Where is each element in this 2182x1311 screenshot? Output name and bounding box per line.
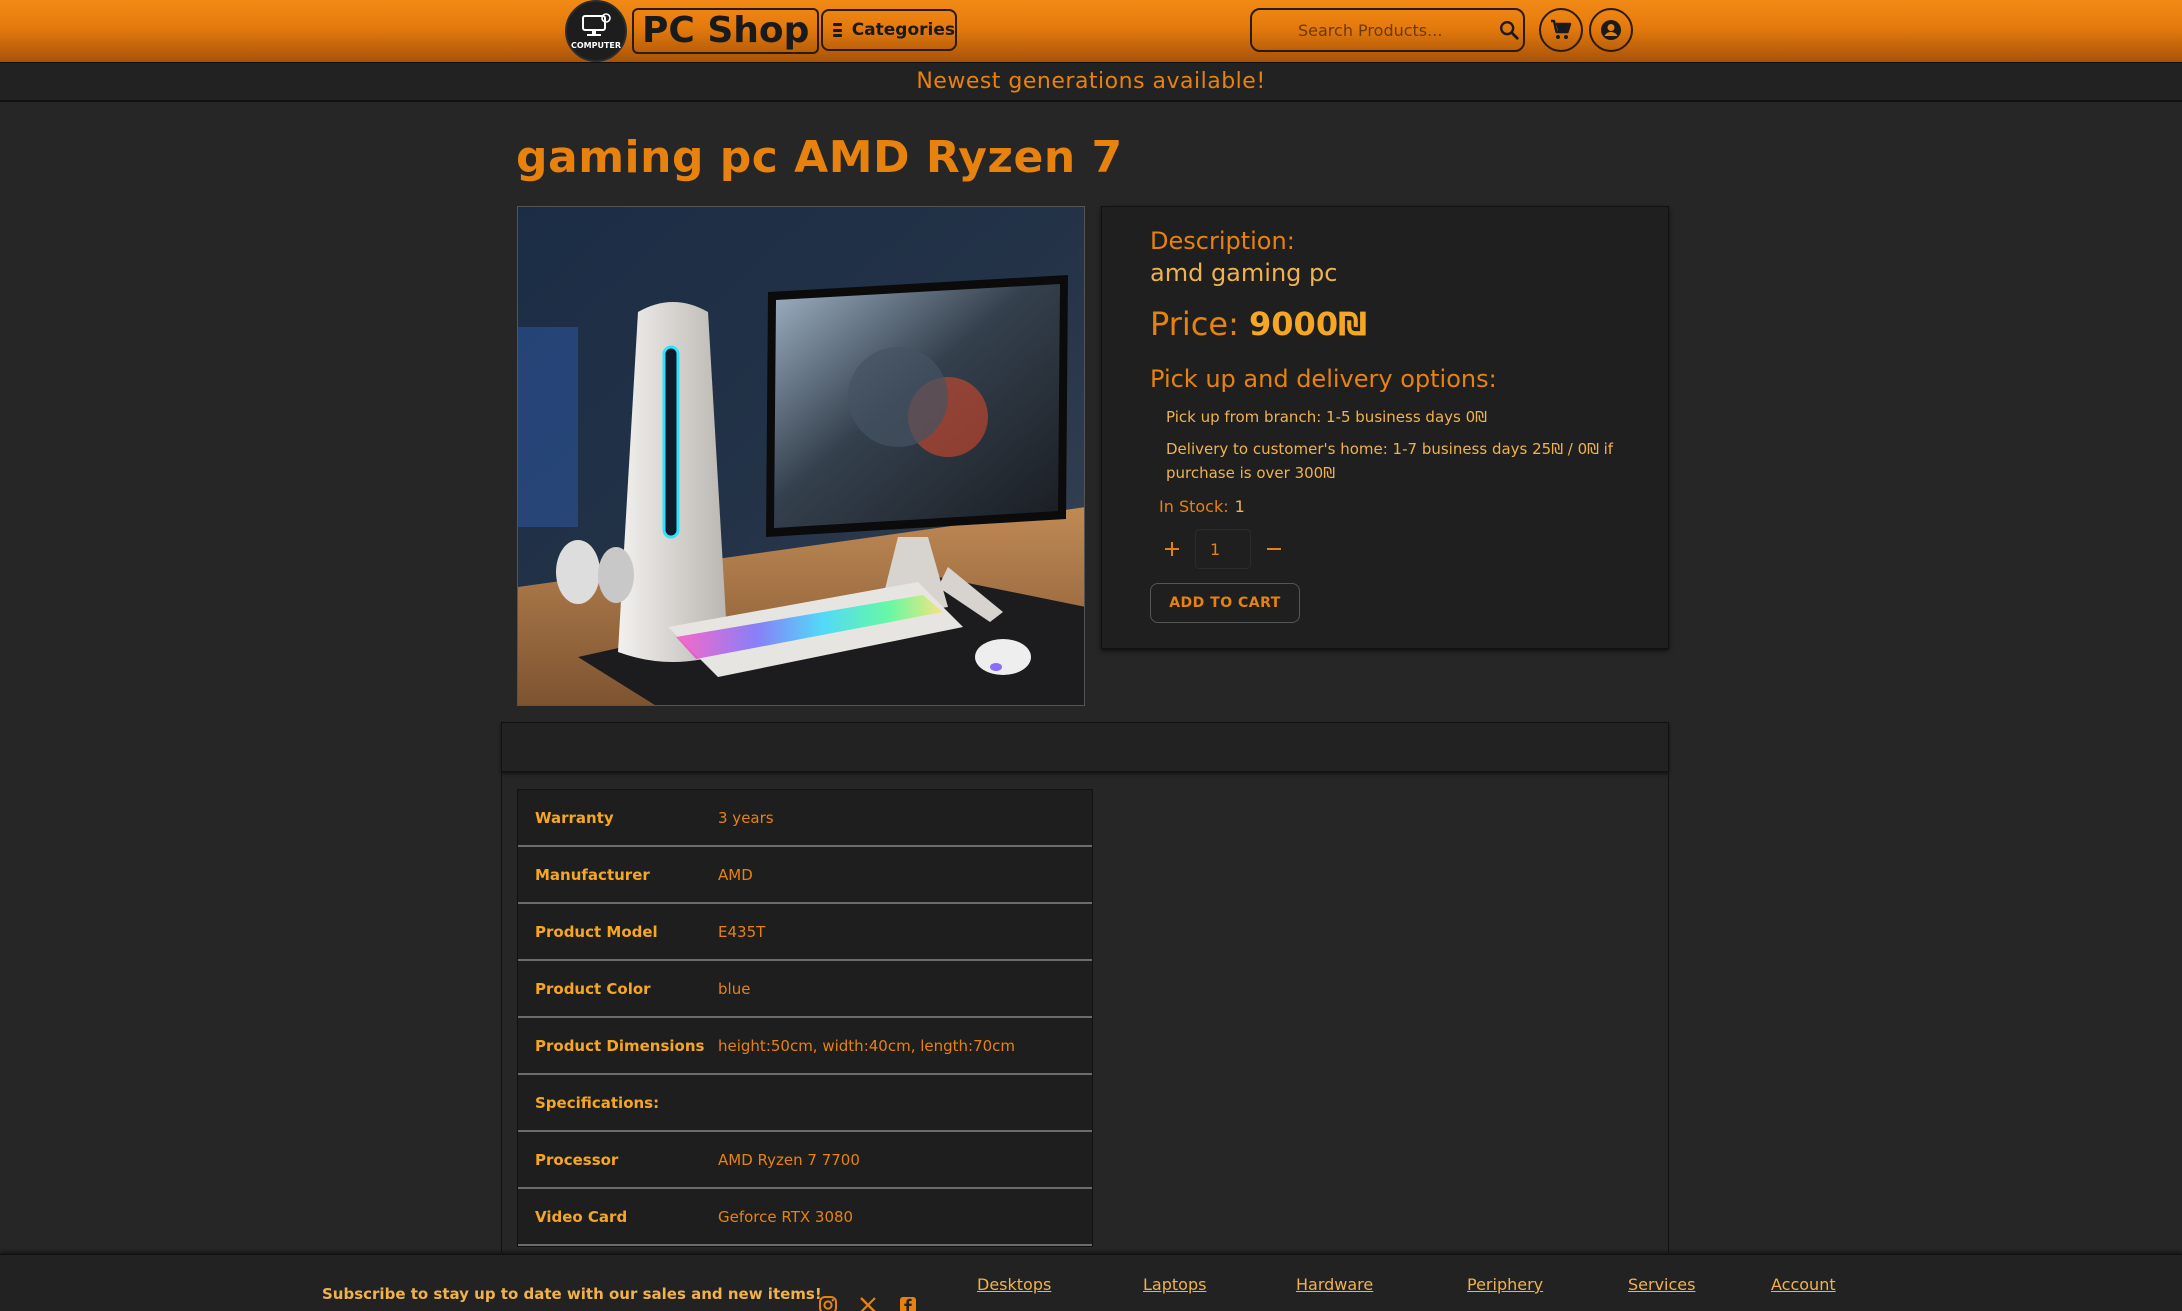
description-label: Description: [1150, 227, 1295, 255]
page: COMPUTER PC Shop Categories Search Produ… [0, 0, 2182, 1311]
facebook-icon[interactable] [898, 1295, 918, 1311]
spec-value: E435T [718, 922, 766, 941]
search-icon[interactable] [1498, 19, 1520, 41]
quantity-input[interactable] [1195, 529, 1251, 569]
spec-key: Video Card [535, 1207, 628, 1226]
categories-button[interactable]: Categories [821, 9, 957, 51]
spec-key: Warranty [535, 808, 614, 827]
stock-value: 1 [1234, 497, 1245, 516]
search-bar [1250, 8, 1525, 52]
account-circle-icon [1601, 20, 1621, 40]
spec-key: Product Dimensions [535, 1036, 705, 1055]
brand-name[interactable]: PC Shop [632, 8, 820, 54]
spec-key: Manufacturer [535, 865, 650, 884]
table-row: Specifications: [518, 1075, 1092, 1132]
footer-link-account[interactable]: Account [1771, 1275, 1836, 1294]
cart-button[interactable] [1539, 8, 1583, 52]
table-row: Warranty 3 years [518, 790, 1092, 847]
add-to-cart-button[interactable]: ADD TO CART [1150, 583, 1300, 623]
spec-value: Geforce RTX 3080 [718, 1207, 854, 1226]
spec-value: height:50cm, width:40cm, length:70cm [718, 1036, 1016, 1055]
search-input[interactable] [1252, 20, 1498, 40]
top-navbar: COMPUTER PC Shop Categories [0, 0, 2182, 62]
cart-icon [1551, 19, 1572, 39]
menu-icon [833, 23, 842, 37]
shop-logo[interactable]: COMPUTER [565, 0, 627, 62]
subscribe-text: Subscribe to stay up to date with our sa… [322, 1285, 822, 1303]
product-info-card: Description: amd gaming pc Price: 9000₪ … [1101, 206, 1669, 649]
delivery-option-pickup: Pick up from branch: 1-5 business days 0… [1166, 408, 1487, 426]
footer-link-desktops[interactable]: Desktops [977, 1275, 1051, 1294]
stock-info: In Stock: 1 [1159, 497, 1245, 516]
spec-value: 3 years [718, 808, 774, 827]
categories-label: Categories [851, 20, 955, 40]
table-row: Product Color blue [518, 961, 1092, 1018]
product-image [517, 206, 1085, 706]
promo-banner: Newest generations available! [0, 62, 2182, 102]
spec-key: Processor [535, 1150, 619, 1169]
description-value: amd gaming pc [1150, 259, 1338, 287]
instagram-icon[interactable] [818, 1295, 838, 1311]
x-twitter-icon[interactable] [858, 1295, 878, 1311]
spec-key: Product Model [535, 922, 658, 941]
delivery-options-title: Pick up and delivery options: [1150, 365, 1497, 393]
quantity-stepper [1159, 529, 1287, 569]
product-title: gaming pc AMD Ryzen 7 [516, 132, 1123, 183]
price: Price: 9000₪ [1150, 305, 1367, 343]
specs-header-bar [501, 722, 1669, 772]
spec-value: blue [718, 979, 751, 998]
footer-link-hardware[interactable]: Hardware [1296, 1275, 1373, 1294]
footer: Subscribe to stay up to date with our sa… [0, 1254, 2182, 1311]
specs-table: Warranty 3 years Manufacturer AMD Product … [517, 789, 1093, 1247]
table-row: Manufacturer AMD [518, 847, 1092, 904]
footer-link-laptops[interactable]: Laptops [1143, 1275, 1206, 1294]
price-value: 9000₪ [1249, 305, 1368, 343]
plus-icon[interactable] [1159, 536, 1185, 562]
footer-link-services[interactable]: Services [1628, 1275, 1695, 1294]
logo-text: COMPUTER [570, 40, 622, 50]
delivery-option-home: Delivery to customer's home: 1-7 busines… [1166, 440, 1614, 482]
table-row: Product Model E435T [518, 904, 1092, 961]
table-row: Video Card Geforce RTX 3080 [518, 1189, 1092, 1246]
spec-key: Specifications: [535, 1093, 660, 1112]
spec-value: AMD Ryzen 7 7700 [718, 1150, 860, 1169]
stock-label: In Stock: [1159, 497, 1229, 516]
account-button[interactable] [1589, 8, 1633, 52]
computer-icon [582, 12, 611, 36]
spec-key: Product Color [535, 979, 651, 998]
spec-value: AMD [718, 865, 753, 884]
price-label: Price: [1150, 305, 1239, 343]
minus-icon[interactable] [1261, 536, 1287, 562]
footer-link-periphery[interactable]: Periphery [1467, 1275, 1543, 1294]
table-row: Processor AMD Ryzen 7 7700 [518, 1132, 1092, 1189]
table-row: Product Dimensions height:50cm, width:40c… [518, 1018, 1092, 1075]
